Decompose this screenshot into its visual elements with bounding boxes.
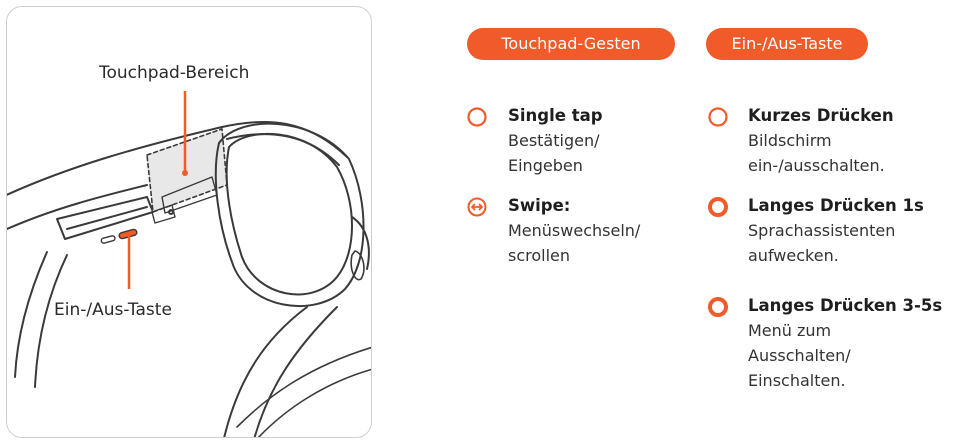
gesture-title: Single tap [508, 106, 603, 125]
gesture-item-single-tap: Single tap Bestätigen/ Eingeben [508, 105, 603, 178]
ring-icon [708, 107, 728, 127]
power-button-label: Ein-/Aus-Taste [54, 300, 172, 320]
button-action-title: Langes Drücken 1s [748, 196, 924, 215]
ring-icon [467, 107, 487, 127]
gesture-item-swipe: Swipe: Menüswechseln/ scrollen [508, 195, 640, 268]
button-desc-line: ein-/ausschalten. [748, 156, 885, 175]
button-desc-line: Bildschirm [748, 131, 832, 150]
button-desc-line: Menü zum [748, 321, 832, 340]
button-item-long-press-1s: Langes Drücken 1s Sprachassistenten aufw… [748, 195, 924, 268]
button-desc-line: Einschalten. [748, 371, 846, 390]
power-button-header: Ein-/Aus-Taste [706, 28, 868, 60]
button-action-title: Langes Drücken 3-5s [748, 296, 943, 315]
button-desc-line: Sprachassistenten [748, 221, 896, 240]
button-item-short-press: Kurzes Drücken Bildschirm ein-/ausschalt… [748, 105, 894, 178]
gesture-desc-line: Eingeben [508, 156, 583, 175]
touchpad-area-label: Touchpad-Bereich [99, 63, 250, 83]
swipe-arrows-icon [467, 197, 487, 217]
button-item-long-press-3-5s: Langes Drücken 3-5s Menü zum Ausschalten… [748, 295, 942, 393]
button-desc-line: aufwecken. [748, 246, 839, 265]
gesture-desc-line: scrollen [508, 246, 571, 265]
gesture-desc-line: Menüswechseln/ [508, 221, 641, 240]
filled-ring-icon [708, 297, 728, 317]
gesture-desc-line: Bestätigen/ [508, 131, 600, 150]
gesture-title: Swipe: [508, 196, 571, 215]
touchpad-gestures-header: Touchpad-Gesten [467, 28, 675, 60]
button-action-title: Kurzes Drücken [748, 106, 894, 125]
button-desc-line: Ausschalten/ [748, 346, 851, 365]
filled-ring-icon [708, 197, 728, 217]
illustration-panel: Touchpad-Bereich Ein-/Aus-Taste [6, 6, 372, 438]
